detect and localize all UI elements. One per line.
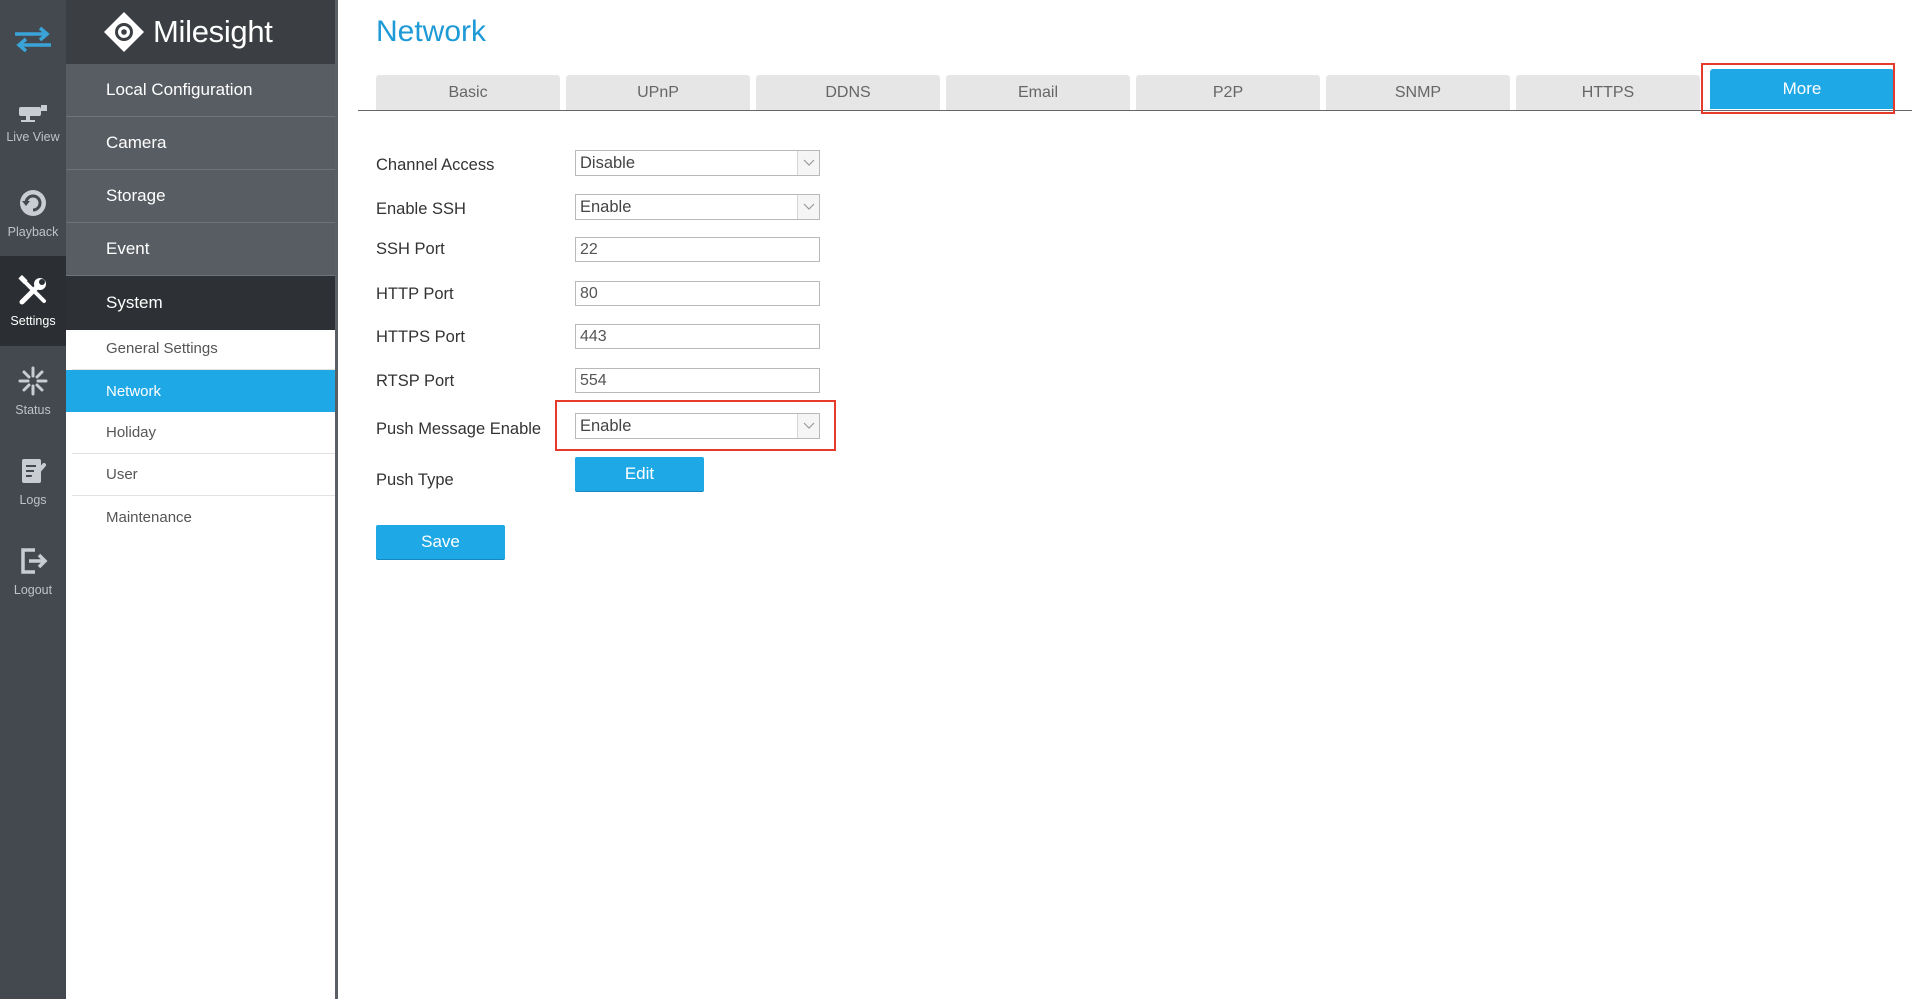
logout-icon [21,547,48,574]
rail-item-settings[interactable]: Settings [0,256,66,346]
rail-label-playback: Playback [7,224,59,239]
channel-access-value: Disable [580,153,636,172]
app-root: Live View Playback Settings Status Logs … [0,0,1912,999]
rail-label-live-view: Live View [6,129,60,144]
ssh-port-label: SSH Port [376,240,445,258]
tab-underline [358,110,1912,111]
ssh-port-input[interactable] [575,237,820,262]
https-port-input[interactable] [575,324,820,349]
tab-upnp[interactable]: UPnP [566,75,750,111]
settings-icon [18,274,46,304]
rail-label-logout: Logout [13,582,53,597]
rail-item-logs[interactable]: Logs [0,436,66,526]
system-submenu: General Settings Network Holiday User Ma… [66,328,335,538]
menu-item-local-configuration[interactable]: Local Configuration [66,64,335,117]
swap-arrows-icon [15,26,51,52]
submenu-item-maintenance[interactable]: Maintenance [72,496,335,538]
menu-item-storage[interactable]: Storage [66,170,335,223]
https-port-label: HTTPS Port [376,328,465,346]
http-port-label: HTTP Port [376,285,454,303]
settings-sidebar: Milesight Local Configuration Camera Sto… [66,0,335,999]
sidebar-divider [335,0,338,999]
live-view-icon [19,104,47,122]
rail-item-status[interactable]: Status [0,346,66,436]
rail-label-status: Status [15,402,51,417]
tab-snmp[interactable]: SNMP [1326,75,1510,111]
channel-access-select[interactable]: Disable [575,150,820,176]
http-port-input[interactable] [575,281,820,306]
push-message-enable-label: Push Message Enable [376,420,542,438]
tab-ddns[interactable]: DDNS [756,75,940,111]
channel-access-label: Channel Access [376,156,495,174]
page-title: Network [376,15,487,48]
rail-label-logs: Logs [19,492,47,507]
enable-ssh-label: Enable SSH [376,200,466,218]
sidebar-toggle-button[interactable] [0,0,66,78]
settings-menu: Local Configuration Camera Storage Event… [66,64,335,330]
push-type-edit-button[interactable]: Edit [575,457,704,491]
rail-label-settings: Settings [10,313,56,328]
enable-ssh-value: Enable [580,197,632,216]
tab-basic[interactable]: Basic [376,75,560,111]
status-icon [18,366,48,395]
push-type-label: Push Type [376,471,454,489]
tab-https[interactable]: HTTPS [1516,75,1700,111]
tab-email[interactable]: Email [946,75,1130,111]
chevron-down-icon [797,151,819,175]
chevron-down-icon [797,195,819,219]
rail-item-playback[interactable]: Playback [0,168,66,258]
save-button[interactable]: Save [376,525,505,559]
brand-name: Milesight [153,14,273,49]
logs-icon [22,458,46,483]
enable-ssh-select[interactable]: Enable [575,194,820,220]
tab-p2p[interactable]: P2P [1136,75,1320,111]
milesight-logo-icon [104,12,144,52]
tab-more[interactable]: More [1710,69,1894,109]
submenu-item-holiday[interactable]: Holiday [72,412,335,454]
icon-rail: Live View Playback Settings Status Logs … [0,0,66,999]
push-message-enable-select[interactable]: Enable [575,413,820,439]
brand-logo: Milesight [66,0,335,64]
rtsp-port-input[interactable] [575,368,820,393]
push-message-enable-value: Enable [580,416,632,435]
submenu-item-network[interactable]: Network [66,370,335,412]
rail-item-logout[interactable]: Logout [0,526,66,616]
rail-item-live-view[interactable]: Live View [0,78,66,168]
menu-item-camera[interactable]: Camera [66,117,335,170]
chevron-down-icon [797,414,819,438]
submenu-item-general-settings[interactable]: General Settings [72,328,335,370]
rtsp-port-label: RTSP Port [376,372,455,390]
submenu-item-user[interactable]: User [72,454,335,496]
menu-item-system[interactable]: System [66,276,335,330]
playback-icon [20,189,46,216]
menu-item-event[interactable]: Event [66,223,335,276]
